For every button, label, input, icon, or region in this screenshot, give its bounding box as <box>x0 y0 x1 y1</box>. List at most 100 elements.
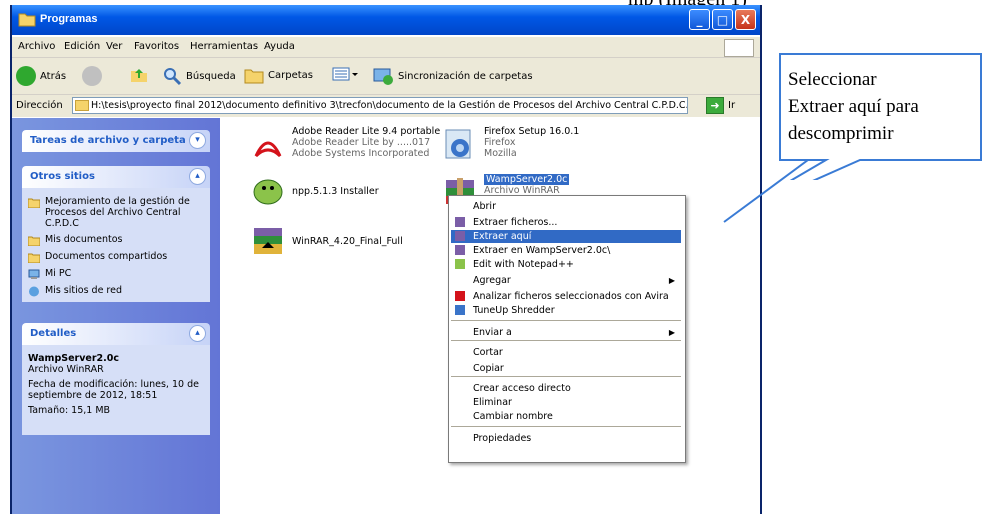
file-item[interactable]: Adobe Reader Lite 9.4 portable Adobe Rea… <box>250 126 440 162</box>
menu-ver[interactable]: Ver <box>106 41 122 52</box>
place-item[interactable]: Mis documentos <box>28 234 123 246</box>
folders-label: Carpetas <box>268 69 313 81</box>
context-menu-label: Cambiar nombre <box>473 411 553 422</box>
context-menu-label: TuneUp Shredder <box>473 305 555 316</box>
context-menu-item[interactable]: Cortar <box>451 346 681 359</box>
file-name: Adobe Reader Lite 9.4 portable <box>292 126 441 137</box>
file-name: npp.5.1.3 Installer <box>292 186 379 197</box>
details-name: WampServer2.0c <box>28 353 120 364</box>
menu-ayuda[interactable]: Ayuda <box>264 41 295 52</box>
search-label: Búsqueda <box>186 70 236 82</box>
go-label: Ir <box>728 100 736 111</box>
place-item[interactable]: Documentos compartidos <box>28 251 167 263</box>
context-menu-item[interactable]: Extraer ficheros... <box>451 216 681 229</box>
file-sub: Adobe Reader Lite by .....017 <box>292 137 431 148</box>
file-sub: Firefox <box>484 137 516 148</box>
menu-separator <box>451 426 681 427</box>
address-input[interactable]: H:\tesis\proyecto final 2012\documento d… <box>72 97 688 114</box>
toolbar: Atrás Búsqueda Carpetas Sincronización d… <box>12 58 760 95</box>
context-menu-item[interactable]: Extraer aquí <box>451 230 681 243</box>
back-button[interactable]: Atrás <box>16 66 66 86</box>
network-places-icon <box>29 286 39 297</box>
search-icon <box>164 68 182 86</box>
task-pane: Tareas de archivo y carpeta ▾ Otros siti… <box>12 118 220 514</box>
search-button[interactable]: Búsqueda <box>162 66 236 86</box>
window-title: Programas <box>40 13 98 25</box>
file-item[interactable]: Firefox Setup 16.0.1 Firefox Mozilla <box>442 126 579 162</box>
menu-archivo[interactable]: Archivo <box>18 41 55 52</box>
explorer-window: Programas _ □ X Archivo Edición Ver Favo… <box>10 5 762 514</box>
title-bar[interactable]: Programas _ □ X <box>12 5 760 35</box>
place-item[interactable]: Mi PC <box>28 268 71 280</box>
address-value: H:\tesis\proyecto final 2012\documento d… <box>91 100 688 111</box>
places-header-label: Otros sitios <box>30 171 95 182</box>
places-header[interactable]: Otros sitios ▴ <box>22 166 210 188</box>
context-menu-label: Extraer aquí <box>473 231 532 242</box>
file-item[interactable]: npp.5.1.3 Installer <box>250 174 379 210</box>
address-bar: Dirección H:\tesis\proyecto final 2012\d… <box>12 95 760 117</box>
up-folder-button[interactable] <box>130 66 148 84</box>
notepad-plus-icon <box>253 179 283 205</box>
submenu-arrow-icon: ▶ <box>668 276 675 285</box>
context-menu-item[interactable]: Propiedades <box>451 432 681 445</box>
winrar-small-icon <box>455 217 465 227</box>
folder-icon <box>18 13 36 27</box>
context-menu-item[interactable]: Analizar ficheros seleccionados con Avir… <box>451 290 681 303</box>
my-documents-icon <box>28 236 40 246</box>
submenu-arrow-icon: ▶ <box>668 328 675 337</box>
context-menu-item[interactable]: Agregar ▶ <box>451 274 681 287</box>
context-menu-item[interactable]: Edit with Notepad++ <box>451 258 681 271</box>
winrar-small-icon <box>455 245 465 255</box>
details-type: Archivo WinRAR <box>28 364 104 375</box>
folder-icon <box>28 198 40 208</box>
winrar-small-icon <box>455 231 465 241</box>
context-menu-item[interactable]: Cambiar nombre <box>451 410 681 423</box>
details-header[interactable]: Detalles ▴ <box>22 323 210 345</box>
my-computer-icon <box>28 269 40 279</box>
context-menu-label: Analizar ficheros seleccionados con Avir… <box>473 291 669 302</box>
views-button[interactable] <box>332 66 358 82</box>
file-list: Adobe Reader Lite 9.4 portable Adobe Rea… <box>220 118 760 514</box>
context-menu-item[interactable]: Enviar a ▶ <box>451 326 681 339</box>
context-menu-label: Copiar <box>473 363 504 374</box>
chevron-up-icon[interactable]: ▴ <box>189 168 206 185</box>
context-menu-item[interactable]: Abrir <box>451 200 681 213</box>
menu-herramientas[interactable]: Herramientas <box>190 41 258 52</box>
menu-favoritos[interactable]: Favoritos <box>134 41 179 52</box>
context-menu: Abrir Extraer ficheros... Extraer aquí Extr… <box>448 195 686 463</box>
callout-line: descomprimir <box>788 123 894 144</box>
details-size: Tamaño: 15,1 MB <box>28 405 111 416</box>
context-menu-item[interactable]: Crear acceso directo <box>451 382 681 395</box>
sync-folders-button[interactable]: Sincronización de carpetas <box>372 66 533 86</box>
winrar-installer-icon <box>254 228 282 254</box>
tasks-header[interactable]: Tareas de archivo y carpeta ▾ <box>22 130 210 152</box>
context-menu-item[interactable]: Copiar <box>451 362 681 375</box>
places-list: Mejoramiento de la gestión de Procesos d… <box>22 188 210 302</box>
context-menu-item[interactable]: TuneUp Shredder <box>451 304 681 317</box>
chevron-down-icon[interactable]: ▾ <box>189 132 206 149</box>
sync-label: Sincronización de carpetas <box>398 70 533 82</box>
menu-edicion[interactable]: Edición <box>64 41 100 52</box>
chevron-up-icon[interactable]: ▴ <box>189 325 206 342</box>
details-modified: Fecha de modificación: lunes, 10 de sept… <box>28 379 199 401</box>
folders-button[interactable]: Carpetas <box>244 66 313 84</box>
notepad-small-icon <box>455 259 465 269</box>
place-label: Mis sitios de red <box>45 285 123 296</box>
context-menu-label: Eliminar <box>473 397 512 408</box>
minimize-button[interactable]: _ <box>689 9 710 30</box>
tasks-header-label: Tareas de archivo y carpeta <box>30 135 186 146</box>
context-menu-item[interactable]: Eliminar <box>451 396 681 409</box>
forward-button[interactable] <box>82 66 102 86</box>
context-menu-label: Cortar <box>473 347 503 358</box>
place-item[interactable]: Mis sitios de red <box>28 285 122 297</box>
close-button[interactable]: X <box>735 9 756 30</box>
maximize-button[interactable]: □ <box>712 9 733 30</box>
context-menu-label: Abrir <box>473 201 496 212</box>
callout-line: Seleccionar <box>788 69 877 90</box>
context-menu-label: Edit with Notepad++ <box>473 259 574 270</box>
go-button[interactable]: ➜ <box>706 97 724 114</box>
place-item[interactable]: Mejoramiento de la gestión de Procesos d… <box>28 196 198 229</box>
context-menu-item[interactable]: Extraer en WampServer2.0c\ <box>451 244 681 257</box>
file-name: WampServer2.0c <box>484 174 570 185</box>
file-item[interactable]: WinRAR_4.20_Final_Full <box>250 222 403 258</box>
